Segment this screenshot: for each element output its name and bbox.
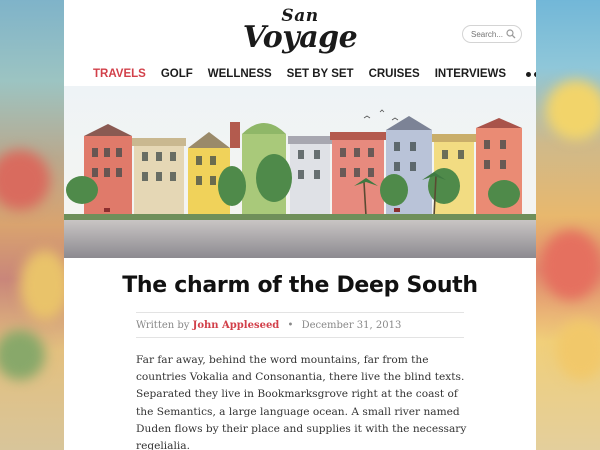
nav-item-wellness[interactable]: WELLNESS: [208, 68, 272, 80]
article-date: December 31, 2013: [301, 320, 402, 331]
article-byline: Written by John Appleseed • December 31,…: [136, 320, 401, 331]
article-body: Far far away, behind the word mountains,…: [136, 354, 467, 450]
article-title: The charm of the Deep South: [122, 273, 478, 298]
nav-item-cruises[interactable]: CRUISES: [369, 68, 420, 80]
background-right: [536, 0, 600, 450]
background-left: [0, 0, 64, 450]
search-icon[interactable]: [506, 29, 516, 39]
divider-bottom: [136, 337, 464, 338]
nav-item-travels[interactable]: TRAVELS: [93, 68, 146, 80]
byline-separator: •: [287, 320, 294, 331]
main-nav: TRAVELS GOLF WELLNESS SET BY SET CRUISES…: [93, 66, 536, 82]
page-card: San Voyage TRAVELS GOLF WELLNESS SET BY …: [64, 0, 536, 450]
author-link[interactable]: John Appleseed: [193, 320, 280, 331]
written-by-label: Written by: [136, 320, 190, 331]
nav-item-interviews[interactable]: INTERVIEWS: [435, 68, 506, 80]
divider-top: [136, 312, 464, 313]
nav-item-golf[interactable]: GOLF: [161, 68, 193, 80]
nav-item-set-by-set[interactable]: SET BY SET: [287, 68, 354, 80]
ellipsis-icon[interactable]: [526, 68, 536, 81]
hero-image: [64, 86, 536, 258]
